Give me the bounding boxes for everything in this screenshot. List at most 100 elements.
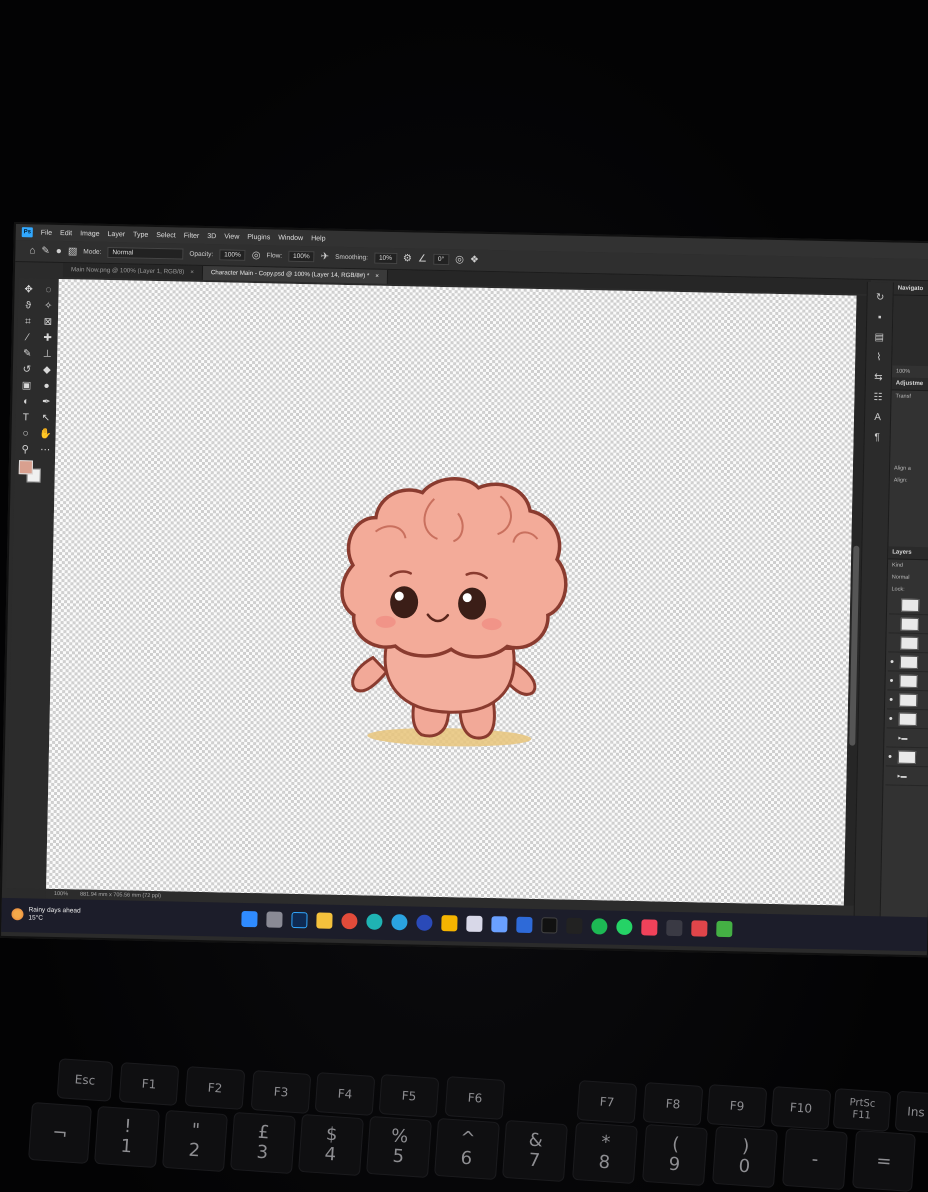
layer-row[interactable]: ● [886,710,928,730]
pen-tool-icon[interactable]: ✒ [36,397,56,413]
key-6[interactable]: ^ 6 [434,1117,500,1181]
layer-row[interactable] [888,596,928,616]
marquee-tool-icon[interactable]: ◌ [38,285,58,301]
menu-layer[interactable]: Layer [108,230,126,237]
music-icon[interactable] [641,919,658,936]
dodge-tool-icon[interactable]: ◐ [16,396,36,412]
stamp-tool-icon[interactable]: ⊥ [37,349,57,365]
airbrush-icon[interactable]: ✈ [321,251,330,262]
visibility-eye-icon[interactable]: ● [887,715,895,722]
task-view-icon[interactable] [266,911,283,928]
brush-settings-icon[interactable]: ▨ [68,246,78,257]
menu-view[interactable]: View [224,233,239,240]
smoothing-settings-icon[interactable]: ⚙ [403,253,412,264]
tab-close-icon[interactable]: × [190,269,194,277]
magic-wand-tool-icon[interactable]: ✧ [38,301,58,317]
app-icon[interactable] [566,917,583,935]
paragraph-panel-icon[interactable]: ¶ [874,432,880,443]
f4-key[interactable]: F4 [314,1072,376,1116]
key-4[interactable]: $4 [298,1113,364,1177]
menu-file[interactable]: File [41,229,52,236]
google-drive-icon[interactable] [441,915,458,932]
menu-filter[interactable]: Filter [184,232,200,239]
menu-3d[interactable]: 3D [207,233,216,240]
lasso-tool-icon[interactable]: ϑ [18,300,38,316]
visibility-eye-icon[interactable]: ● [888,677,896,684]
gradient-tool-icon[interactable]: ▣ [16,380,36,396]
mode-select[interactable]: Normal [107,246,184,260]
telegram-icon[interactable] [391,914,408,931]
comments-panel-icon[interactable]: ▪ [878,312,882,323]
blur-tool-icon[interactable]: ● [36,381,56,397]
f11-key[interactable]: PrtSc F11 [832,1088,892,1132]
adjustments-panel-title[interactable]: Adjustme [891,377,928,392]
backtick-key[interactable]: ¬ [28,1101,92,1165]
f7-key[interactable]: F7 [576,1080,638,1124]
character-panel-icon[interactable]: A [874,412,881,423]
key-7[interactable]: & 7 [502,1119,568,1183]
key-3[interactable]: £3 [230,1111,296,1175]
photoshop-app-icon[interactable] [291,911,308,929]
zoom-level[interactable]: 100% [54,891,68,897]
f5-key[interactable]: F5 [378,1074,440,1118]
docs-icon[interactable] [466,915,483,932]
tab-character-main[interactable]: Character Main - Copy.psd @ 100% (Layer … [202,265,389,284]
smoothing-field[interactable]: 10% [373,252,398,265]
libraries-panel-icon[interactable]: ▤ [874,332,884,343]
move-tool-icon[interactable]: ✥ [18,284,38,300]
more-tools-icon[interactable]: ⋯ [35,444,55,460]
esc-key[interactable]: Esc [56,1058,114,1102]
menu-edit[interactable]: Edit [60,229,72,236]
properties-panel-icon[interactable]: ☷ [873,392,882,403]
home-icon[interactable]: ⌂ [29,245,35,256]
tiktok-icon[interactable] [541,917,558,934]
f10-key[interactable]: F10 [770,1086,832,1130]
key-8[interactable]: * 8 [572,1121,638,1185]
chrome-icon[interactable] [341,913,358,930]
visibility-eye-icon[interactable]: ● [887,696,895,703]
zoom-tool-icon[interactable]: ⚲ [15,444,35,460]
angle-field[interactable]: 0° [432,253,450,266]
brush-preset-icon[interactable]: ● [56,246,62,257]
minecraft-icon[interactable] [716,920,733,938]
history-brush-icon[interactable]: ↺ [17,364,37,380]
foreground-color-swatch[interactable] [18,460,34,475]
weather-widget[interactable]: Rainy days ahead 15°C [11,906,81,923]
layer-row[interactable]: ● [887,672,928,692]
key-9[interactable]: (9 [642,1123,708,1187]
layer-group-row[interactable]: ▸▬ [886,729,928,749]
f9-key[interactable]: F9 [706,1084,768,1128]
f3-key[interactable]: F3 [250,1070,312,1114]
opacity-field[interactable]: 100% [219,249,246,261]
frame-tool-icon[interactable]: ⊠ [38,317,58,333]
symmetry-icon[interactable]: ❖ [470,255,479,266]
layer-row[interactable]: ● [886,691,928,711]
navigator-preview[interactable] [892,295,928,367]
eraser-tool-icon[interactable]: ◆ [37,365,57,381]
healing-tool-icon[interactable]: ✚ [37,333,57,349]
spotify-icon[interactable] [591,918,608,935]
path-select-tool-icon[interactable]: ↖ [36,413,56,429]
menu-image[interactable]: Image [80,230,100,237]
f8-key[interactable]: F8 [642,1082,704,1126]
figma-icon[interactable] [691,920,708,937]
history-panel-icon[interactable]: ↻ [876,292,885,303]
brush-tool-icon[interactable]: ✎ [17,348,37,364]
key-5[interactable]: % 5 [366,1115,432,1179]
ins-key[interactable]: Ins [894,1090,928,1134]
key-1[interactable]: ! 1 [94,1105,160,1169]
menu-window[interactable]: Window [278,234,303,242]
f2-key[interactable]: F2 [184,1066,246,1110]
pressure-opacity-icon[interactable]: ◎ [252,250,261,261]
key-2[interactable]: " 2 [162,1109,228,1173]
navigator-panel-title[interactable]: Navigato [893,282,928,297]
eyedropper-tool-icon[interactable]: ⁄ [17,332,37,348]
start-icon[interactable] [241,910,258,928]
visibility-eye-icon[interactable]: ● [886,753,894,760]
menu-help[interactable]: Help [311,235,326,242]
menu-type[interactable]: Type [133,231,148,238]
menu-select[interactable]: Select [156,231,176,238]
minus-key[interactable]: - [782,1127,848,1191]
layer-row[interactable] [888,634,928,654]
layer-group-row[interactable]: ▸▬ [885,767,928,787]
